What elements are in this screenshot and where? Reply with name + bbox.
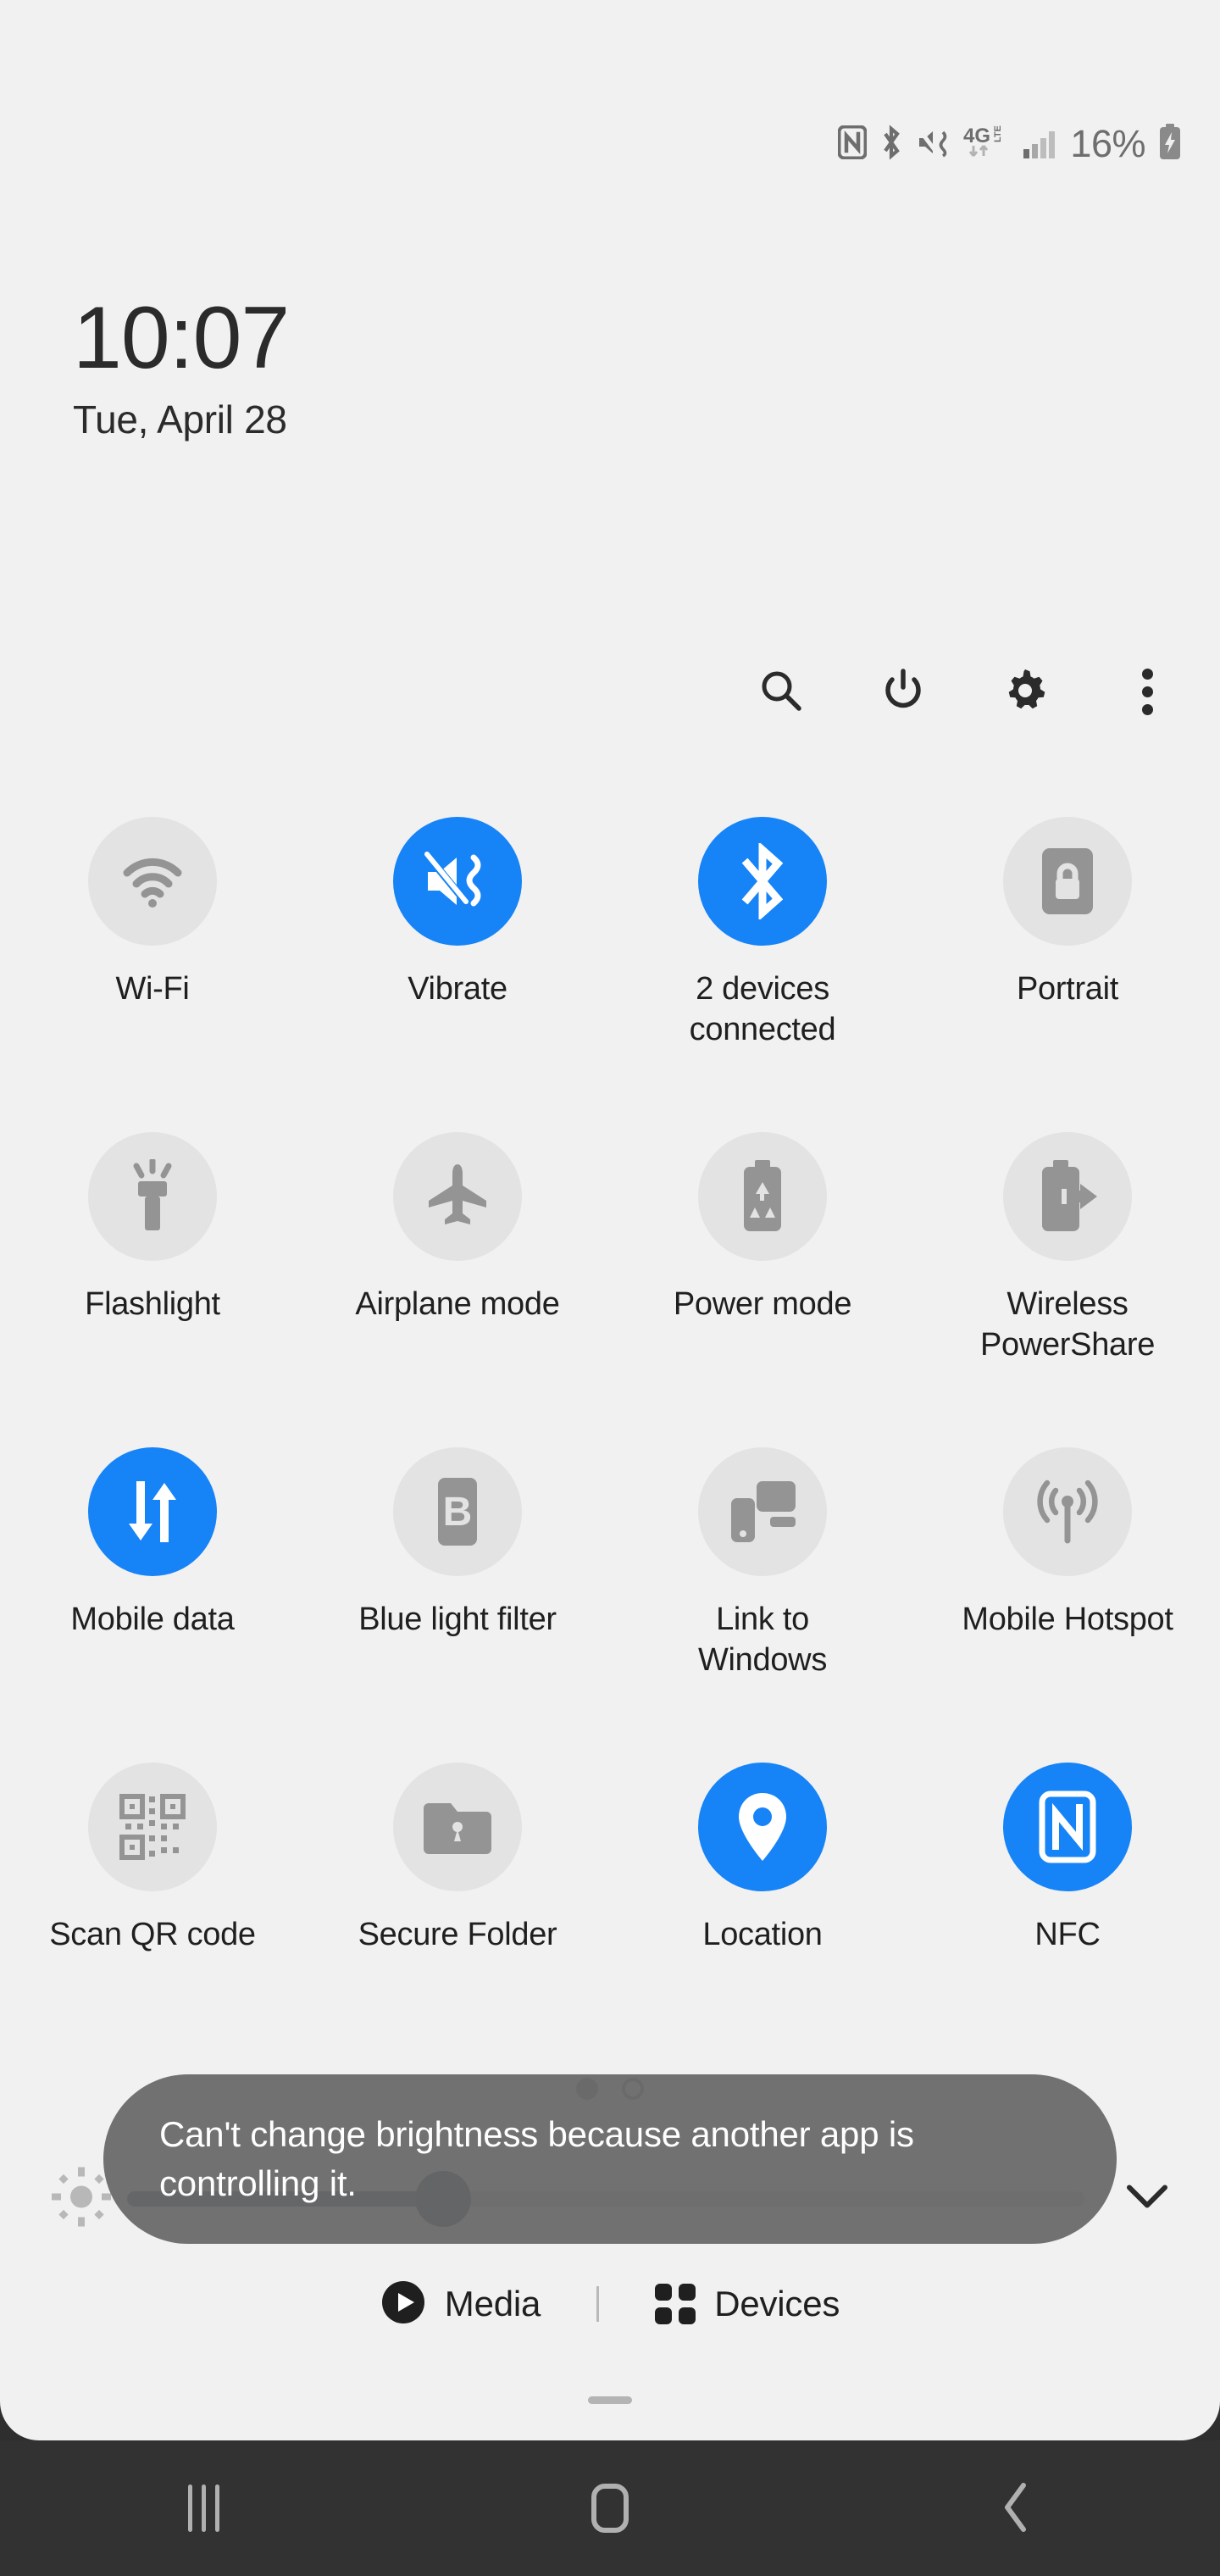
- signal-bars-icon: [1023, 125, 1058, 164]
- power-icon: [879, 666, 928, 718]
- footer-divider: [596, 2285, 600, 2322]
- tile-label: Mobile data: [70, 1602, 235, 1637]
- tile-label: Wireless PowerShare: [979, 1286, 1156, 1363]
- airplane-icon: [393, 1132, 522, 1261]
- more-options-button[interactable]: [1118, 663, 1176, 720]
- tile-vibrate[interactable]: Vibrate: [305, 797, 610, 1112]
- tile-label: Wi-Fi: [115, 971, 190, 1007]
- bluetooth-icon: [698, 817, 827, 946]
- screen-rotation-lock-icon: [1003, 817, 1132, 946]
- tile-label: Vibrate: [408, 971, 507, 1007]
- media-play-icon: [380, 2279, 426, 2328]
- tile-link-to-windows[interactable]: Link to Windows: [610, 1427, 915, 1742]
- media-button[interactable]: Media: [355, 2271, 566, 2336]
- power-button[interactable]: [874, 663, 932, 720]
- tile-scan-qr-code[interactable]: Scan QR code: [0, 1742, 305, 2057]
- secure-folder-icon: [393, 1763, 522, 1891]
- wifi-icon: [88, 817, 217, 946]
- panel-footer: Media Devices: [0, 2271, 1220, 2336]
- link-to-windows-icon: [698, 1447, 827, 1576]
- quick-settings-grid: Wi-Fi Vibrate 2 devices connected Portra…: [0, 797, 1220, 2057]
- back-chevron-icon: [1000, 2481, 1034, 2536]
- vibrate-icon: [916, 125, 951, 164]
- devices-label: Devices: [714, 2283, 840, 2323]
- back-button[interactable]: [813, 2440, 1220, 2576]
- flashlight-icon: [88, 1132, 217, 1261]
- devices-button[interactable]: Devices: [629, 2275, 865, 2333]
- tile-label: Link to Windows: [697, 1602, 828, 1678]
- nfc-icon: [1003, 1763, 1132, 1891]
- tile-secure-folder[interactable]: Secure Folder: [305, 1742, 610, 2057]
- tile-wireless-powershare[interactable]: Wireless PowerShare: [915, 1112, 1220, 1427]
- home-icon: [591, 2484, 629, 2533]
- location-pin-icon: [698, 1763, 827, 1891]
- tile-bluetooth[interactable]: 2 devices connected: [610, 797, 915, 1112]
- chevron-down-icon[interactable]: [1125, 2183, 1169, 2216]
- toast-message: Can't change brightness because another …: [103, 2074, 1117, 2244]
- svg-text:B: B: [443, 1490, 473, 1535]
- tile-wifi[interactable]: Wi-Fi: [0, 797, 305, 1112]
- tile-label: 2 devices connected: [689, 971, 836, 1047]
- panel-toolbar: [752, 654, 1176, 729]
- tile-label: Scan QR code: [49, 1917, 256, 1952]
- tile-airplane-mode[interactable]: Airplane mode: [305, 1112, 610, 1427]
- svg-text:LTE: LTE: [993, 125, 1003, 142]
- search-icon: [757, 666, 806, 718]
- tile-location[interactable]: Location: [610, 1742, 915, 2057]
- clock-date: Tue, April 28: [73, 397, 287, 442]
- qr-code-icon: [88, 1763, 217, 1891]
- tile-label: Mobile Hotspot: [962, 1602, 1173, 1637]
- battery-percent-label: 16%: [1070, 121, 1145, 165]
- battery-share-icon: [1003, 1132, 1132, 1261]
- toast-text: Can't change brightness because another …: [159, 2114, 914, 2203]
- gear-icon: [1001, 666, 1050, 718]
- 4glte-data-icon: 4G LTE: [963, 124, 1011, 165]
- brightness-sun-icon: [51, 2167, 112, 2232]
- search-button[interactable]: [752, 663, 810, 720]
- battery-charging-icon: [1157, 123, 1183, 165]
- svg-text:4G: 4G: [963, 125, 990, 147]
- quick-settings-panel: 4G LTE 16% 10:07 Tue, April 28 Wi-Fi Vib…: [0, 0, 1220, 2440]
- tile-label: Blue light filter: [358, 1602, 557, 1637]
- tile-label: Location: [702, 1917, 823, 1952]
- tile-mobile-data[interactable]: Mobile data: [0, 1427, 305, 1742]
- settings-button[interactable]: [996, 663, 1054, 720]
- vibrate-icon: [393, 817, 522, 946]
- clock-time: 10:07: [73, 289, 290, 387]
- tile-label: Flashlight: [85, 1286, 220, 1322]
- home-button[interactable]: [407, 2440, 813, 2576]
- tile-label: Power mode: [673, 1286, 852, 1322]
- tile-power-mode[interactable]: Power mode: [610, 1112, 915, 1427]
- nfc-icon: [837, 125, 868, 164]
- hotspot-antenna-icon: [1003, 1447, 1132, 1576]
- recents-button[interactable]: [0, 2440, 407, 2576]
- tile-blue-light-filter[interactable]: B Blue light filter: [305, 1427, 610, 1742]
- tile-label: Airplane mode: [355, 1286, 560, 1322]
- devices-grid-icon: [655, 2283, 696, 2324]
- tile-portrait[interactable]: Portrait: [915, 797, 1220, 1112]
- tile-flashlight[interactable]: Flashlight: [0, 1112, 305, 1427]
- data-arrows-icon: [88, 1447, 217, 1576]
- phone-screen: 4G LTE 16% 10:07 Tue, April 28 Wi-Fi Vib…: [0, 0, 1220, 2576]
- tile-mobile-hotspot[interactable]: Mobile Hotspot: [915, 1427, 1220, 1742]
- bluetooth-icon: [879, 124, 904, 164]
- battery-recycle-icon: [698, 1132, 827, 1261]
- tile-nfc[interactable]: NFC: [915, 1742, 1220, 2057]
- status-bar: 4G LTE 16%: [837, 119, 1183, 169]
- clock-block: 10:07 Tue, April 28: [73, 289, 290, 442]
- blue-light-b-icon: B: [393, 1447, 522, 1576]
- tile-label: Portrait: [1016, 971, 1119, 1007]
- media-label: Media: [444, 2283, 541, 2323]
- tile-label: Secure Folder: [358, 1917, 557, 1952]
- recents-icon: [187, 2484, 219, 2532]
- navigation-bar: [0, 2440, 1220, 2576]
- tile-label: NFC: [1034, 1917, 1101, 1952]
- panel-drag-handle[interactable]: [588, 2396, 632, 2404]
- three-dots-icon: [1141, 668, 1153, 715]
